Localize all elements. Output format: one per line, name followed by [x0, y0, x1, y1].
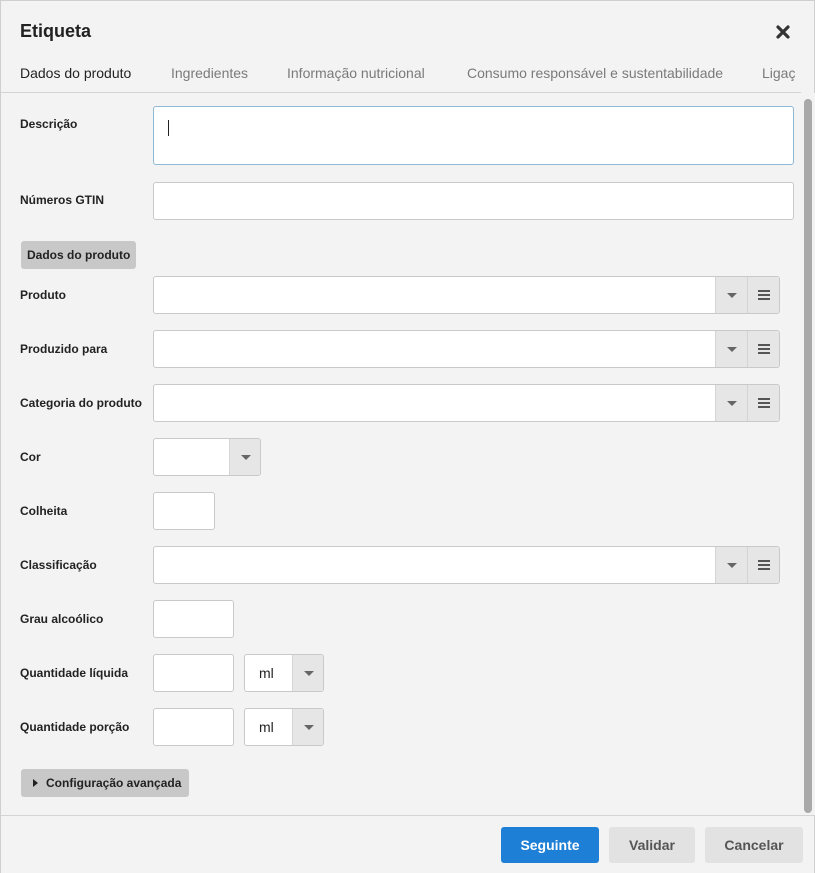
- colheita-input[interactable]: [153, 492, 215, 530]
- close-button[interactable]: [773, 22, 793, 42]
- tab-informacao-nutricional[interactable]: Informação nutricional: [287, 65, 425, 92]
- produto-dropdown-button[interactable]: [715, 277, 747, 313]
- menu-icon: [758, 560, 770, 570]
- classificacao-dropdown-button[interactable]: [715, 547, 747, 583]
- unit-value: ml: [259, 719, 274, 735]
- colheita-label: Colheita: [20, 504, 68, 518]
- cancel-button[interactable]: Cancelar: [705, 827, 803, 863]
- dialog-title: Etiqueta: [20, 21, 92, 41]
- scrollbar-thumb[interactable]: [804, 99, 812, 813]
- tab-dados-do-produto[interactable]: Dados do produto: [20, 65, 131, 92]
- chevron-down-icon: [726, 292, 737, 298]
- produzido-para-dropdown-button[interactable]: [715, 331, 747, 367]
- quantidade-liquida-label: Quantidade líquida: [20, 666, 129, 680]
- categoria-dropdown-button[interactable]: [715, 385, 747, 421]
- quantidade-porcao-input[interactable]: [153, 708, 234, 746]
- dialog-footer: Seguinte Validar Cancelar: [1, 815, 814, 873]
- chevron-down-icon: [726, 562, 737, 568]
- cor-select[interactable]: [153, 438, 261, 476]
- produzido-para-label: Produzido para: [20, 342, 108, 356]
- produzido-para-list-button[interactable]: [747, 331, 779, 367]
- dialog-header: Etiqueta: [1, 1, 814, 59]
- grau-alcoolico-input[interactable]: [153, 600, 234, 638]
- form-content: Descrição Números GTIN Dados do produto …: [1, 93, 801, 815]
- close-icon: [776, 25, 790, 39]
- advanced-settings-label: Configuração avançada: [46, 776, 182, 790]
- validate-button[interactable]: Validar: [609, 827, 695, 863]
- tab-consumo-responsavel[interactable]: Consumo responsável e sustentabilidade: [467, 65, 723, 92]
- chevron-down-icon: [240, 454, 251, 460]
- produto-select[interactable]: [153, 276, 780, 314]
- produzido-para-select[interactable]: [153, 330, 780, 368]
- grau-alcoolico-label: Grau alcoólico: [20, 612, 104, 626]
- classificacao-label: Classificação: [20, 558, 97, 572]
- categoria-list-button[interactable]: [747, 385, 779, 421]
- quantidade-liquida-unit-select[interactable]: ml: [244, 654, 324, 692]
- categoria-select[interactable]: [153, 384, 780, 422]
- quantidade-porcao-label: Quantidade porção: [20, 720, 130, 734]
- classificacao-select[interactable]: [153, 546, 780, 584]
- section-dados-do-produto: Dados do produto: [21, 241, 137, 269]
- descricao-input[interactable]: [153, 106, 794, 165]
- unit-dropdown-button[interactable]: [292, 655, 323, 691]
- chevron-down-icon: [303, 670, 314, 676]
- tab-ligacoes[interactable]: Ligaç: [762, 65, 795, 92]
- next-button[interactable]: Seguinte: [501, 827, 599, 863]
- caret-right-icon: [33, 779, 38, 787]
- chevron-down-icon: [726, 400, 737, 406]
- cor-dropdown-button[interactable]: [229, 439, 260, 475]
- cor-label: Cor: [20, 450, 41, 464]
- quantidade-liquida-input[interactable]: [153, 654, 234, 692]
- classificacao-list-button[interactable]: [747, 547, 779, 583]
- gtin-input[interactable]: [153, 182, 794, 220]
- produto-list-button[interactable]: [747, 277, 779, 313]
- chevron-down-icon: [726, 346, 737, 352]
- quantidade-porcao-unit-select[interactable]: ml: [244, 708, 324, 746]
- menu-icon: [758, 398, 770, 408]
- chevron-down-icon: [303, 724, 314, 730]
- unit-value: ml: [259, 665, 274, 681]
- unit-dropdown-button[interactable]: [292, 709, 323, 745]
- tab-bar: Dados do produto Ingredientes Informação…: [1, 59, 801, 93]
- tab-ingredientes[interactable]: Ingredientes: [171, 65, 248, 92]
- descricao-label: Descrição: [20, 117, 78, 131]
- categoria-label: Categoria do produto: [20, 396, 142, 410]
- advanced-settings-toggle[interactable]: Configuração avançada: [21, 769, 190, 797]
- menu-icon: [758, 290, 770, 300]
- text-caret: [168, 120, 169, 136]
- menu-icon: [758, 344, 770, 354]
- gtin-label: Números GTIN: [20, 193, 105, 207]
- produto-label: Produto: [20, 288, 66, 302]
- label-dialog: Etiqueta Dados do produto Ingredientes I…: [0, 0, 815, 873]
